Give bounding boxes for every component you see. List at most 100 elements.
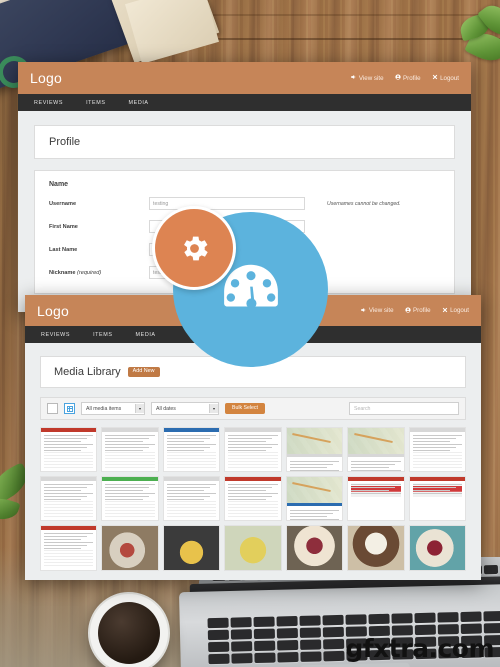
thumbnail-image [225, 526, 281, 570]
thumbnail-image [409, 526, 465, 570]
bulk-select-button[interactable]: Bulk Select [225, 402, 265, 415]
keyboard-key [207, 629, 230, 641]
window1-nav-bar: REVIEWS ITEMS MEDIA [18, 94, 471, 111]
media-thumbnail[interactable] [285, 476, 344, 522]
grid-view-icon[interactable] [64, 403, 75, 414]
watermark: gfxtra.com [345, 634, 494, 663]
keyboard-key [322, 614, 344, 626]
keyboard-key [299, 627, 321, 638]
username-input[interactable]: testing [149, 197, 305, 210]
keyboard-key [276, 627, 298, 639]
view-site-link[interactable]: View site [360, 307, 394, 315]
keyboard-key [299, 615, 321, 626]
user-circle-icon [404, 306, 411, 315]
media-thumbnail[interactable] [162, 525, 221, 571]
media-thumbnail[interactable] [347, 525, 405, 571]
search-input[interactable]: Search [349, 402, 459, 415]
window2-top-menu: View site Profile Logout [360, 306, 469, 315]
media-thumbnail[interactable] [408, 427, 466, 473]
logout-link[interactable]: Logout [442, 307, 469, 315]
keyboard-key [230, 629, 253, 640]
keyboard-key [254, 640, 276, 652]
media-thumbnail[interactable] [162, 427, 221, 473]
date-select[interactable]: All dates ▾ [151, 402, 219, 415]
profile-label: Profile [413, 307, 431, 314]
coffee-liquid [98, 602, 160, 664]
media-thumbnail[interactable] [40, 427, 98, 473]
chevron-down-icon: ▾ [209, 404, 218, 413]
view-site-link[interactable]: View site [350, 74, 384, 82]
keyboard-key [323, 638, 345, 650]
megaphone-icon [350, 74, 356, 82]
username-note: Usernames cannot be changed. [327, 200, 401, 207]
keyboard-key [277, 651, 299, 663]
keyboard-key [254, 652, 276, 664]
media-thumbnail[interactable] [40, 525, 98, 571]
tab-media[interactable]: MEDIA [129, 100, 149, 106]
tab-items[interactable]: ITEMS [86, 100, 105, 106]
media-thumbnail[interactable] [224, 525, 282, 571]
tab-reviews[interactable]: REVIEWS [41, 332, 70, 338]
window1-logo[interactable]: Logo [30, 70, 62, 86]
keyboard-key [253, 628, 276, 640]
gear-icon [183, 236, 208, 260]
thumbnail-image [348, 526, 404, 570]
media-thumbnail[interactable] [101, 427, 159, 473]
megaphone-icon [360, 307, 366, 315]
username-label: Username [49, 200, 77, 207]
window1-top-menu: View site Profile Logout [350, 74, 459, 82]
keyboard-key [483, 622, 500, 634]
form-row-username: Username testing Usernames cannot be cha… [49, 197, 440, 210]
media-thumbnail[interactable] [40, 476, 98, 522]
media-thumbnail[interactable] [162, 476, 221, 522]
view-site-label: View site [368, 307, 394, 314]
media-thumbnail[interactable] [285, 525, 344, 571]
last-name-label: Last Name [49, 246, 78, 253]
keyboard-key [368, 613, 390, 625]
media-thumbnail[interactable] [347, 427, 405, 473]
keyboard-key [300, 651, 322, 662]
thumbnail-image [102, 526, 158, 570]
coffee-mug [88, 592, 170, 667]
keyboard-key [437, 612, 459, 623]
media-type-select[interactable]: All media items ▾ [81, 402, 145, 415]
nickname-label-text: Nickname [49, 269, 77, 276]
keyboard-key [323, 650, 345, 662]
keyboard-key [276, 615, 298, 627]
view-site-label: View site [358, 74, 384, 82]
media-thumbnail[interactable] [224, 476, 282, 522]
close-icon [432, 74, 438, 82]
keyboard-key [483, 564, 499, 575]
media-thumbnail[interactable] [408, 476, 466, 522]
profile-label: Profile [403, 74, 421, 82]
media-thumbnail[interactable] [408, 525, 466, 571]
keyboard-key [414, 612, 436, 624]
media-thumbnail[interactable] [347, 476, 405, 522]
keyboard-key [391, 613, 413, 624]
profile-link[interactable]: Profile [394, 74, 421, 82]
thumbnail-image [286, 526, 343, 570]
screenshot-stage: Logo View site Profile Logout REVIEWS IT… [0, 0, 500, 667]
nickname-label: Nickname (required) [49, 270, 149, 276]
media-thumbnail[interactable] [101, 476, 159, 522]
list-view-icon[interactable] [47, 403, 58, 414]
media-thumbnail[interactable] [101, 525, 159, 571]
keyboard-key [253, 616, 275, 628]
add-new-button[interactable]: Add New [127, 366, 160, 378]
tab-items[interactable]: ITEMS [93, 332, 112, 338]
window2-logo[interactable]: Logo [37, 303, 69, 319]
media-thumbnail[interactable] [285, 427, 344, 473]
thumbnail-image [163, 526, 220, 570]
logout-link[interactable]: Logout [432, 74, 459, 82]
media-thumbnail[interactable] [224, 427, 282, 473]
keyboard-key [300, 639, 322, 650]
keyboard-key [322, 626, 344, 638]
keyboard-key [460, 623, 482, 635]
tab-reviews[interactable]: REVIEWS [34, 100, 63, 106]
tab-media[interactable]: MEDIA [136, 332, 156, 338]
keyboard-key [277, 639, 299, 651]
profile-link[interactable]: Profile [404, 306, 431, 315]
keyboard-key [208, 653, 230, 665]
keyboard-key [345, 614, 367, 625]
keyboard-key [208, 641, 230, 653]
